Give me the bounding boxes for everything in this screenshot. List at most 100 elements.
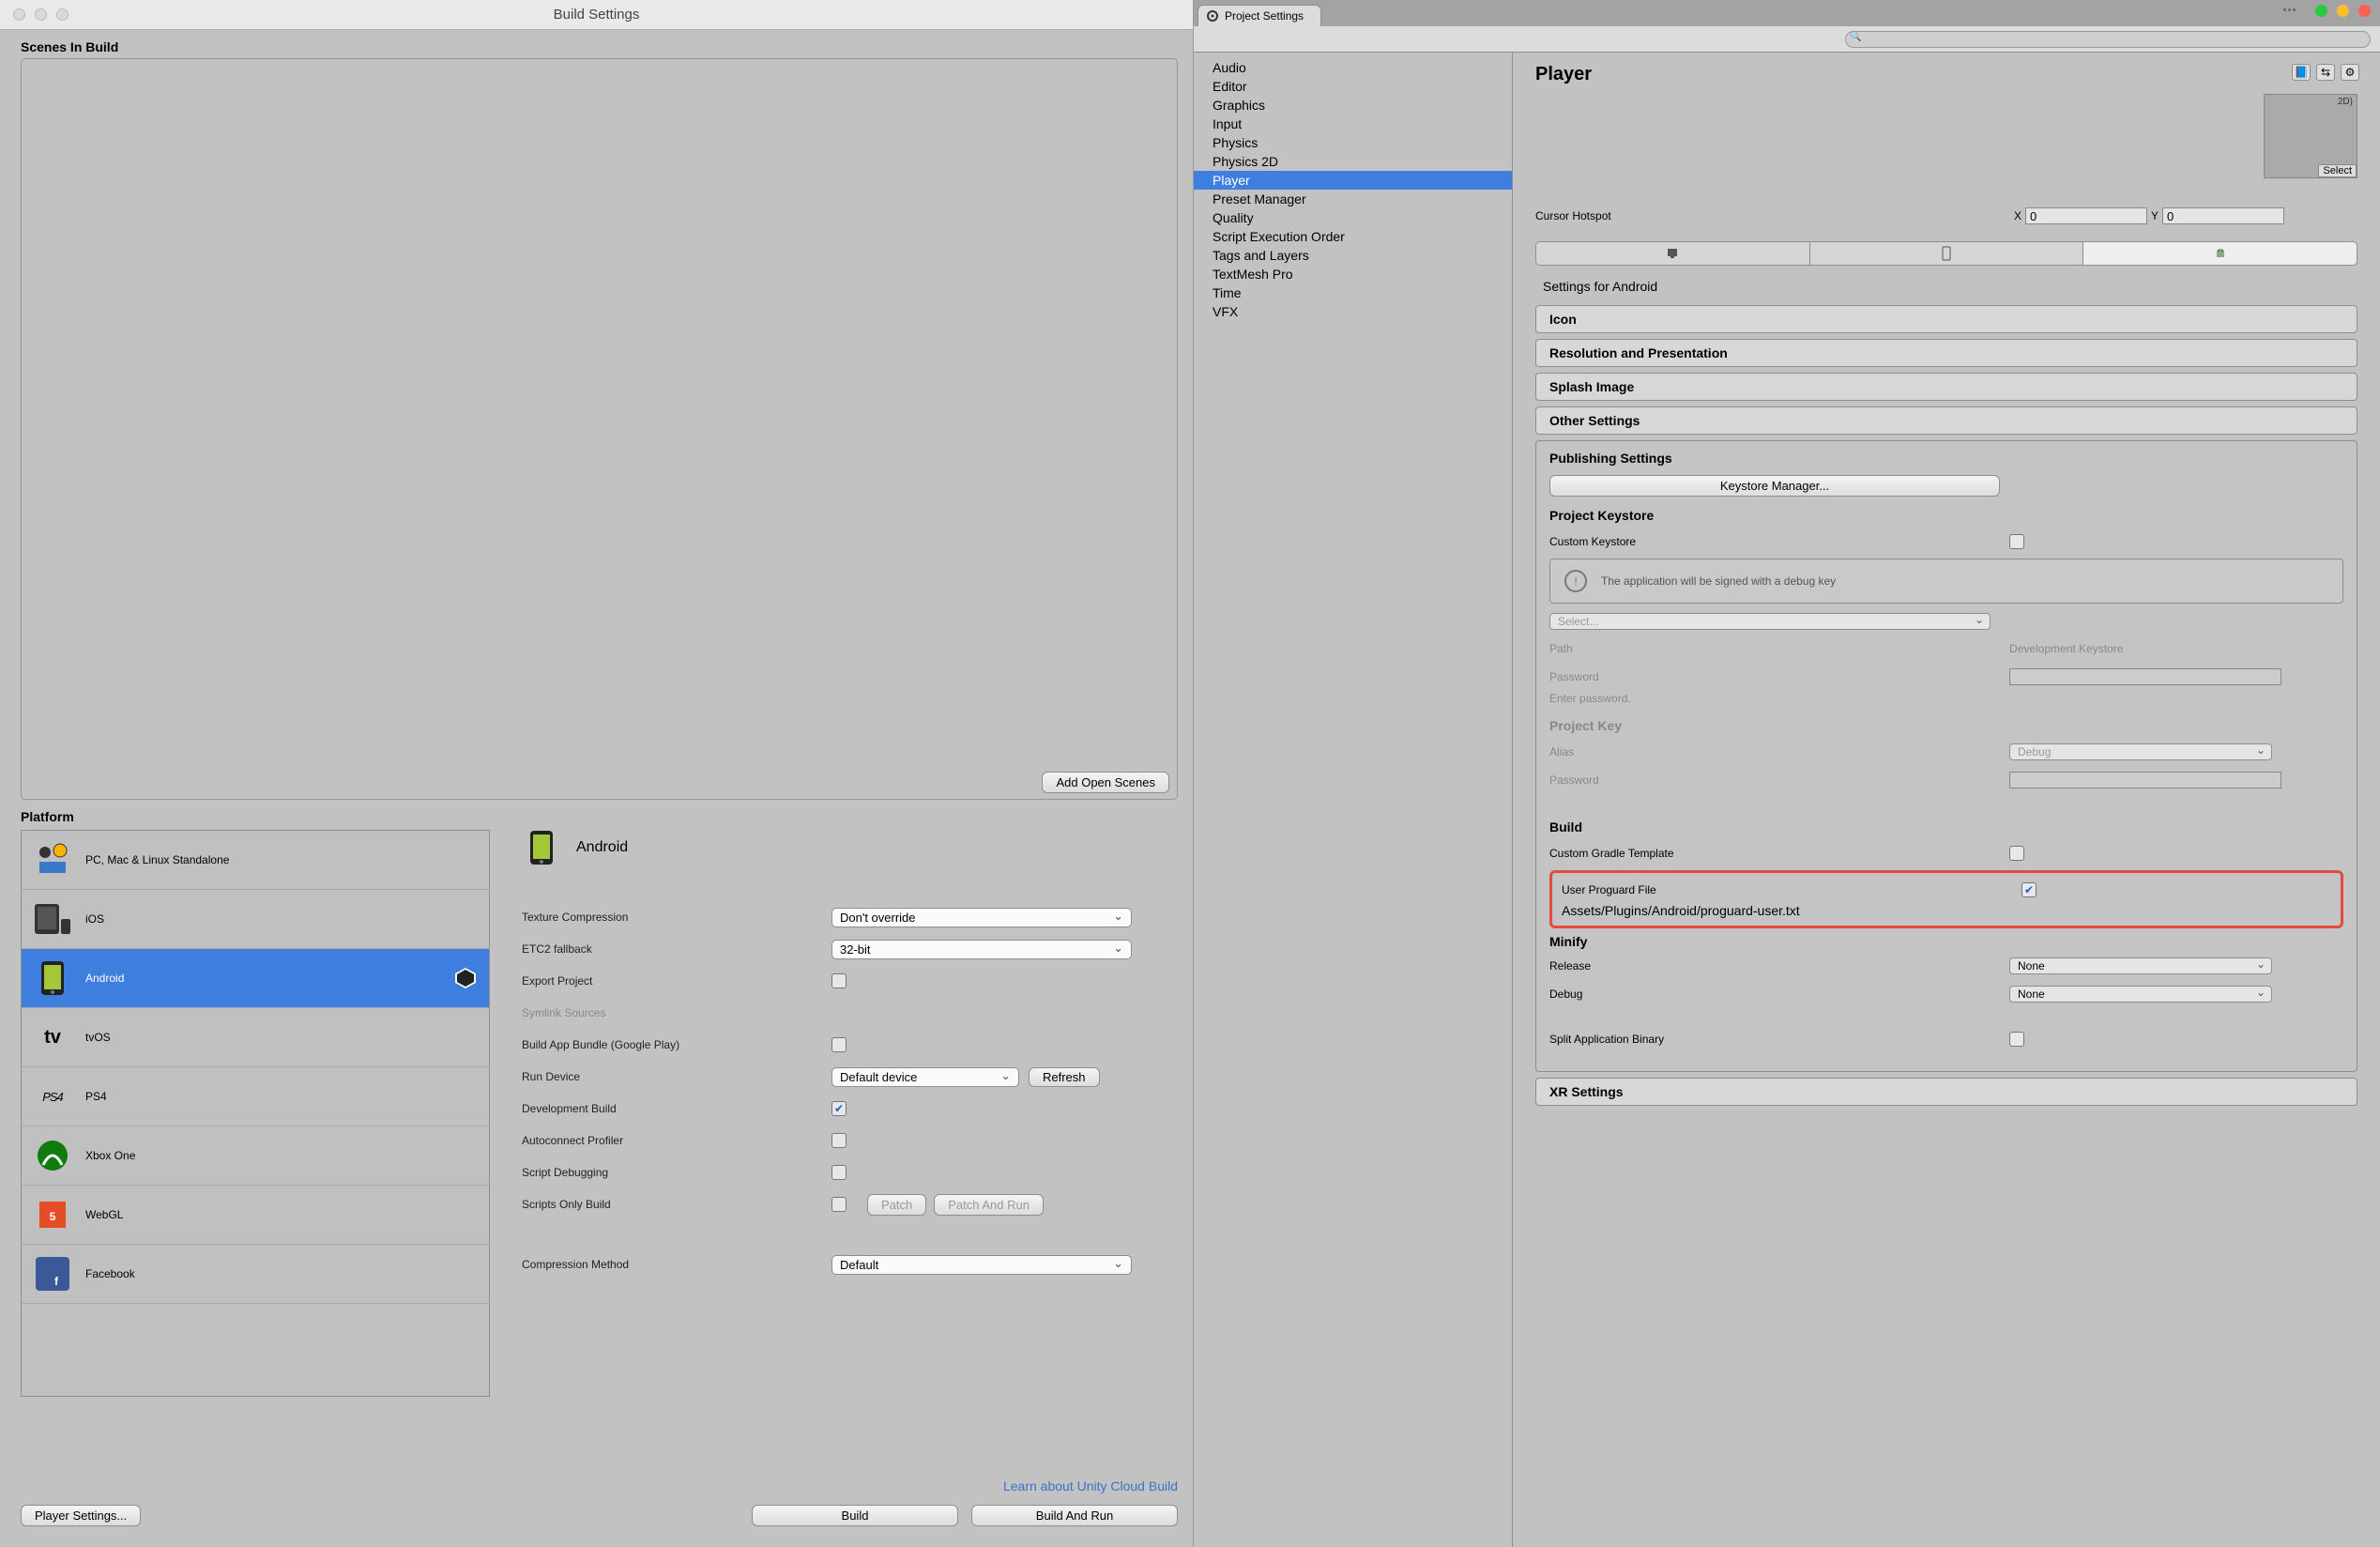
accordion-splash[interactable]: Splash Image [1535,373,2357,401]
select-texture-button[interactable]: Select [2318,164,2357,177]
category-item-presetmanager[interactable]: Preset Manager [1194,190,1512,208]
platform-item-facebook[interactable]: f Facebook [22,1245,489,1304]
category-item-graphics[interactable]: Graphics [1194,96,1512,115]
category-item-quality[interactable]: Quality [1194,208,1512,227]
thumb-label: 2D) [2338,97,2353,107]
platform-item-ios[interactable]: iOS [22,890,489,949]
panel-tools: 📘 ⇆ ⚙ [2292,64,2359,81]
presets-icon[interactable]: ⇆ [2316,64,2335,81]
platform-tab-android[interactable] [2083,242,2357,265]
category-item-tmp[interactable]: TextMesh Pro [1194,265,1512,283]
split-binary-label: Split Application Binary [1549,1033,2009,1046]
patch-button[interactable]: Patch [867,1194,926,1216]
refresh-button[interactable]: Refresh [1029,1067,1100,1087]
texture-compression-select[interactable]: Don't override [831,908,1132,927]
mac-minimize-icon[interactable] [2337,5,2349,17]
platform-item-webgl[interactable]: 5 WebGL [22,1186,489,1245]
alias-select[interactable]: Debug [2009,743,2272,760]
category-item-vfx[interactable]: VFX [1194,302,1512,321]
keystore-select[interactable]: Select... [1549,613,1991,630]
search-input[interactable] [1845,31,2371,48]
hotspot-y-input[interactable] [2162,207,2284,224]
minimize-icon[interactable] [35,8,47,21]
add-open-scenes-button[interactable]: Add Open Scenes [1042,772,1169,793]
pane-menu-icon[interactable] [2283,8,2298,12]
mac-zoom-icon[interactable] [2358,5,2371,17]
accordion-icon[interactable]: Icon [1535,305,2357,333]
category-item-player[interactable]: Player [1194,171,1512,190]
keystore-manager-button[interactable]: Keystore Manager... [1549,475,2000,497]
category-item-time[interactable]: Time [1194,283,1512,302]
etc2-fallback-select[interactable]: 32-bit [831,940,1132,959]
platform-tab-ios[interactable] [1810,242,2084,265]
scripts-only-checkbox[interactable] [831,1197,847,1212]
player-settings-button[interactable]: Player Settings... [21,1505,141,1526]
search-row [1194,26,2380,53]
cloud-build-link[interactable]: Learn about Unity Cloud Build [522,1478,1178,1493]
autoconnect-profiler-checkbox[interactable] [831,1133,847,1148]
category-item-physics2d[interactable]: Physics 2D [1194,152,1512,171]
platform-label: PC, Mac & Linux Standalone [85,853,229,866]
platform-item-ps4[interactable]: PS4 PS4 [22,1067,489,1126]
open-reference-icon[interactable]: 📘 [2292,64,2311,81]
category-item-physics[interactable]: Physics [1194,133,1512,152]
accordion-resolution[interactable]: Resolution and Presentation [1535,339,2357,367]
export-project-checkbox[interactable] [831,973,847,988]
minify-debug-select[interactable]: None [2009,986,2272,1003]
selected-platform-header: Android [522,828,1178,867]
platform-area: Platform PC, Mac & Linux Standalone iOS [0,805,1193,1505]
key-password-input[interactable] [2009,772,2281,789]
accordion-other[interactable]: Other Settings [1535,406,2357,435]
hotspot-x-input[interactable] [2025,207,2147,224]
platform-tab-standalone[interactable] [1536,242,1810,265]
category-item-editor[interactable]: Editor [1194,77,1512,96]
platform-item-xbox[interactable]: Xbox One [22,1126,489,1186]
category-item-tags[interactable]: Tags and Layers [1194,246,1512,265]
gear-icon[interactable]: ⚙ [2341,64,2359,81]
category-item-audio[interactable]: Audio [1194,58,1512,77]
custom-keystore-checkbox[interactable] [2009,534,2024,549]
option-label: Script Debugging [522,1166,831,1179]
option-label: Compression Method [522,1258,831,1271]
platform-label: Facebook [85,1267,135,1280]
project-key-header: Project Key [1549,718,2343,733]
proguard-checkbox[interactable] [2021,882,2037,897]
platform-item-standalone[interactable]: PC, Mac & Linux Standalone [22,831,489,890]
selected-platform-name: Android [576,839,628,856]
xbox-icon [33,1136,72,1175]
zoom-icon[interactable] [56,8,69,21]
tab-label: Project Settings [1225,9,1304,23]
dev-build-checkbox[interactable] [831,1101,847,1116]
minify-release-select[interactable]: None [2009,957,2272,974]
custom-gradle-checkbox[interactable] [2009,846,2024,861]
accordion-xr[interactable]: XR Settings [1535,1078,2357,1106]
build-button[interactable]: Build [752,1505,958,1526]
window-controls-right [2283,5,2371,17]
run-device-select[interactable]: Default device [831,1067,1019,1087]
player-platform-tabs [1535,241,2357,266]
settings-body: Audio Editor Graphics Input Physics Phys… [1194,53,2380,1547]
publishing-header: Publishing Settings [1549,451,2343,466]
script-debugging-checkbox[interactable] [831,1165,847,1180]
key-password-label: Password [1549,774,2009,787]
category-item-input[interactable]: Input [1194,115,1512,133]
platform-label: Xbox One [85,1149,135,1162]
ps4-icon: PS4 [33,1077,72,1116]
category-item-scriptexec[interactable]: Script Execution Order [1194,227,1512,246]
aab-checkbox[interactable] [831,1037,847,1052]
build-and-run-button[interactable]: Build And Run [971,1505,1178,1526]
scenes-panel: Scenes In Build Add Open Scenes [0,30,1193,805]
keystore-password-input[interactable] [2009,668,2281,685]
platform-item-android[interactable]: Android [22,949,489,1008]
category-list: Audio Editor Graphics Input Physics Phys… [1194,53,1513,1547]
close-icon[interactable] [13,8,25,21]
patch-and-run-button[interactable]: Patch And Run [934,1194,1044,1216]
mac-close-icon[interactable] [2315,5,2327,17]
project-settings-tab[interactable]: Project Settings [1198,5,1321,26]
scenes-list[interactable]: Add Open Scenes [21,58,1178,800]
compression-select[interactable]: Default [831,1255,1132,1275]
split-binary-checkbox[interactable] [2009,1032,2024,1047]
platform-item-tvos[interactable]: tv tvOS [22,1008,489,1067]
option-label: Scripts Only Build [522,1198,831,1211]
cursor-texture-preview[interactable]: 2D) Select [2264,94,2357,178]
